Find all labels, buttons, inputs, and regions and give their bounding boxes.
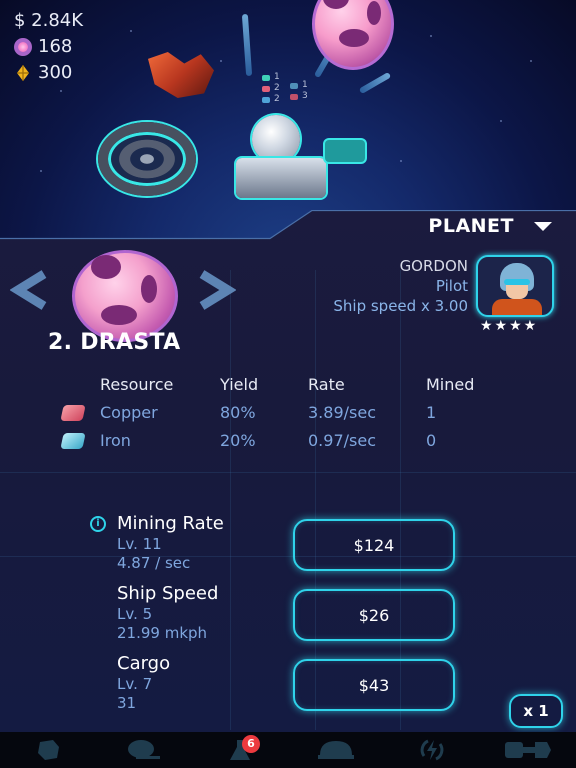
mothership-dome[interactable] [252,115,300,163]
gem-icon [262,96,270,103]
mined-resource-counter: 1 3 [290,80,308,102]
gem-icon [262,74,270,81]
planet-name: 2. DRASTA [48,330,181,355]
upgrade-ship-speed-button[interactable]: $26 [293,589,455,641]
caret-down-icon [534,221,552,231]
upgrade-ship-speed: Ship Speed Lv. 5 21.99 mkph [117,583,219,642]
upgrade-cargo-button[interactable]: $43 [293,659,455,711]
pilot-portrait[interactable] [476,255,554,317]
chat-icon [128,740,160,759]
pilot-bonus: Ship speed x 3.00 [333,297,468,315]
planet-icon [38,740,59,760]
iron-ore-icon [60,433,86,449]
mothership-base[interactable] [236,158,326,198]
space-station-sprite[interactable] [98,122,196,196]
gem-icon [290,82,298,89]
shop-icon [505,742,551,758]
nav-planets[interactable] [0,732,96,768]
nav-research[interactable]: 6 [192,732,288,768]
pilot-info: GORDON Pilot Ship speed x 3.00 [333,256,468,316]
planet-image [72,250,178,342]
mined-resource-counter: 1 2 2 [262,72,280,105]
cash-counter: $ 2.84K [14,10,84,31]
space-scene[interactable]: 1 2 2 1 3 $ 2.84K 168 300 [0,0,576,245]
asteroid-sprite [148,52,214,98]
nav-boost[interactable] [384,732,480,768]
nav-shop[interactable] [480,732,576,768]
nav-chat[interactable] [96,732,192,768]
copper-ore-icon [60,405,86,421]
buy-multiplier-button[interactable]: x 1 [509,694,563,728]
pilot-star-rating: ★★★★ [480,318,539,334]
pilot-name: GORDON [399,257,468,275]
notification-badge: 6 [241,735,260,753]
panel-type-dropdown[interactable]: PLANET [428,215,552,237]
dome-icon [318,741,354,759]
fuel-counter: 300 [14,62,72,83]
mining-beam [358,71,392,95]
pink-gem-icon [14,37,32,56]
fuel-diamond-icon [17,64,29,81]
gem-counter: 168 [14,36,72,57]
gem-icon [262,85,270,92]
info-icon[interactable]: i [90,516,106,532]
mining-beam [241,13,253,77]
lightning-boost-icon [420,739,444,761]
upgrade-mining-rate: Mining Rate Lv. 11 4.87 / sec [117,513,224,572]
next-planet-arrow[interactable] [196,268,236,312]
upgrade-mining-rate-button[interactable]: $124 [293,519,455,571]
gem-icon [290,93,298,100]
upgrade-cargo: Cargo Lv. 7 31 [117,653,171,712]
cargo-pod-sprite[interactable] [325,140,365,162]
pilot-role: Pilot [435,277,468,295]
previous-planet-arrow[interactable] [10,268,50,312]
nav-base[interactable] [288,732,384,768]
bottom-nav: 6 [0,732,576,768]
